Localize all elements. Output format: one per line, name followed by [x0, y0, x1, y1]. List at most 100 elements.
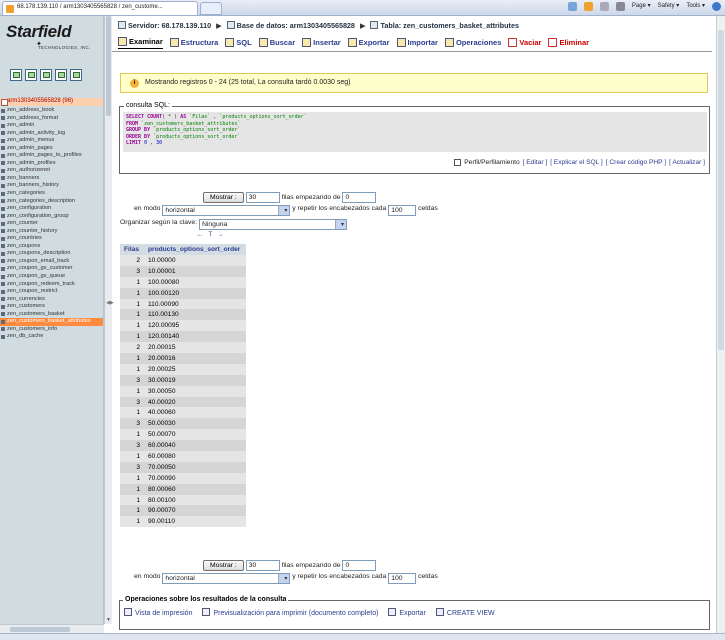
feeds-icon[interactable]	[583, 2, 593, 11]
sidebar-table-item[interactable]: zen_coupon_gv_queue	[0, 273, 103, 281]
mail-icon[interactable]	[599, 2, 609, 11]
mode-select[interactable]: horizontal ▾	[162, 205, 291, 216]
sidebar-table-item[interactable]: zen_configuration_group	[0, 213, 103, 221]
sidebar-table-item[interactable]: zen_currencies	[0, 296, 103, 304]
edit-sql-link[interactable]: [ Editar ]	[523, 159, 548, 166]
table-row[interactable]: 1 100.00120	[120, 287, 246, 299]
sidebar-table-item[interactable]: zen_admin_profiles	[0, 160, 103, 168]
sidebar-table-item[interactable]: zen_coupons_description	[0, 250, 103, 258]
start-row-input-bottom[interactable]: 0	[342, 560, 377, 571]
table-row[interactable]: 1 80.00060	[120, 483, 246, 495]
tab-sql[interactable]: SQL	[225, 37, 252, 49]
table-row[interactable]: 1 40.00060	[120, 407, 246, 419]
profiling-checkbox[interactable]	[454, 159, 462, 166]
table-row[interactable]: 1 50.00070	[120, 429, 246, 441]
sidebar-table-item[interactable]: zen_admin_activity_log	[0, 130, 103, 138]
table-row[interactable]: 1 120.00095	[120, 320, 246, 332]
database-selector[interactable]: arm1303405565828 (96)	[0, 98, 103, 106]
reload-icon[interactable]	[70, 69, 82, 81]
left-scrollbar-thumb[interactable]	[106, 16, 111, 116]
table-row[interactable]: 3 30.00019	[120, 374, 246, 386]
repeat-headers-input-bottom[interactable]: 100	[388, 573, 417, 584]
left-scrollbar[interactable]: ▼	[104, 16, 112, 624]
print-preview-full-link[interactable]: Previsualización para imprimir (document…	[202, 608, 378, 617]
breadcrumb-table[interactable]: Tabla: zen_customers_basket_attributes	[380, 21, 518, 30]
tab-examinar[interactable]: Examinar	[118, 37, 163, 49]
table-row[interactable]: 1 60.00080	[120, 451, 246, 462]
export-link[interactable]: Exportar	[388, 608, 426, 617]
sidebar-table-item[interactable]: zen_coupon_redeem_track	[0, 281, 103, 289]
sidebar-table-item[interactable]: zen_categories	[0, 190, 103, 198]
left-hscroll-thumb[interactable]	[10, 627, 70, 632]
sidebar-table-item[interactable]: zen_admin_pages_to_profiles	[0, 152, 103, 160]
sidebar-table-item[interactable]: zen_customers_basket	[0, 311, 103, 319]
help-icon[interactable]	[712, 2, 721, 11]
safety-menu[interactable]: Safety ▾	[658, 2, 680, 11]
sort-key-select[interactable]: Ninguna ▾	[198, 219, 347, 230]
new-tab-button[interactable]	[200, 2, 222, 15]
table-row[interactable]: 3 40.00020	[120, 396, 246, 408]
tab-vaciar[interactable]: Vaciar	[508, 37, 541, 49]
sidebar-table-item[interactable]: zen_banners	[0, 175, 103, 183]
left-horizontal-scrollbar[interactable]	[0, 624, 104, 633]
create-php-code-link[interactable]: [ Crear código PHP ]	[606, 159, 666, 166]
tab-buscar[interactable]: Buscar	[258, 37, 295, 49]
table-row[interactable]: 3 60.00040	[120, 440, 246, 452]
browser-tab[interactable]: 68.178.139.110 / arm1303405565828 / zen_…	[2, 1, 198, 15]
sidebar-table-item[interactable]: zen_db_cache	[0, 333, 103, 341]
create-view-link[interactable]: CREATE VIEW	[435, 608, 495, 617]
sidebar-table-item[interactable]: zen_coupon_restrict	[0, 288, 103, 296]
table-row[interactable]: 1 110.00090	[120, 298, 246, 310]
query-window-icon[interactable]	[40, 69, 52, 81]
sidebar-table-item[interactable]: zen_admin	[0, 122, 103, 130]
home-icon[interactable]	[10, 69, 22, 81]
tab-exportar[interactable]: Exportar	[347, 37, 390, 49]
print-view-link[interactable]: Vista de impresión	[124, 608, 192, 617]
table-row[interactable]: 1 90.00110	[120, 516, 246, 528]
sql-query-icon[interactable]	[25, 69, 37, 81]
table-row[interactable]: 1 80.00100	[120, 494, 246, 506]
column-move-arrows[interactable]: ← T →	[197, 232, 226, 238]
table-row[interactable]: 1 30.00050	[120, 385, 246, 397]
table-row[interactable]: 3 70.00050	[120, 461, 246, 473]
sidebar-table-item[interactable]: zen_configuration	[0, 205, 103, 213]
table-row[interactable]: 1 20.00025	[120, 363, 246, 375]
mode-select-bottom[interactable]: horizontal ▾	[162, 573, 291, 584]
table-row[interactable]: 1 110.00130	[120, 309, 246, 321]
repeat-headers-input[interactable]: 100	[388, 205, 417, 216]
sidebar-table-item[interactable]: zen_coupons	[0, 243, 103, 251]
tab-importar[interactable]: Importar	[396, 37, 438, 49]
rows-count-input-bottom[interactable]: 30	[245, 560, 280, 571]
tab-insertar[interactable]: Insertar	[302, 37, 341, 49]
table-row[interactable]: 3 50.00030	[120, 418, 246, 430]
sidebar-table-item[interactable]: zen_coupon_email_track	[0, 258, 103, 266]
main-scrollbar[interactable]	[716, 16, 725, 634]
sidebar-table-item[interactable]: zen_authorizenet	[0, 167, 103, 175]
table-row[interactable]: 3 10.00001	[120, 265, 246, 277]
start-row-input[interactable]: 0	[342, 192, 377, 203]
refresh-link[interactable]: [ Actualizar ]	[669, 159, 705, 166]
home-icon[interactable]	[567, 2, 577, 11]
sidebar-table-item[interactable]: zen_categories_description	[0, 198, 103, 206]
sidebar-table-item[interactable]: zen_coupon_gv_customer	[0, 265, 103, 273]
sidebar-table-item[interactable]: zen_address_book	[0, 107, 103, 115]
rows-count-input[interactable]: 30	[245, 192, 280, 203]
sidebar-table-item[interactable]: zen_admin_pages	[0, 145, 103, 153]
table-row[interactable]: 1 100.00080	[120, 276, 246, 288]
page-menu[interactable]: Page ▾	[632, 2, 651, 11]
tab-eliminar[interactable]: Eliminar	[548, 37, 589, 49]
sidebar-table-item[interactable]: zen_banners_history	[0, 182, 103, 190]
sidebar-table-item[interactable]: zen_counter	[0, 220, 103, 228]
table-row[interactable]: 1 90.00070	[120, 505, 246, 517]
explain-sql-link[interactable]: [ Explicar el SQL ]	[550, 159, 603, 166]
sidebar-table-item[interactable]: zen_counter_history	[0, 228, 103, 236]
sidebar-table-item[interactable]: zen_address_format	[0, 115, 103, 123]
table-row[interactable]: 1 20.00016	[120, 353, 246, 364]
tools-menu[interactable]: Tools ▾	[686, 2, 705, 11]
breadcrumb-database[interactable]: Base de datos: arm1303405565828	[237, 21, 355, 30]
sidebar-table-item[interactable]: zen_admin_menus	[0, 137, 103, 145]
column-header-filas[interactable]: Filas	[120, 244, 144, 255]
table-row[interactable]: 1 120.00140	[120, 331, 246, 343]
column-header-sort-order[interactable]: products_options_sort_order	[144, 244, 246, 255]
sidebar-table-item[interactable]: zen_countries	[0, 235, 103, 243]
